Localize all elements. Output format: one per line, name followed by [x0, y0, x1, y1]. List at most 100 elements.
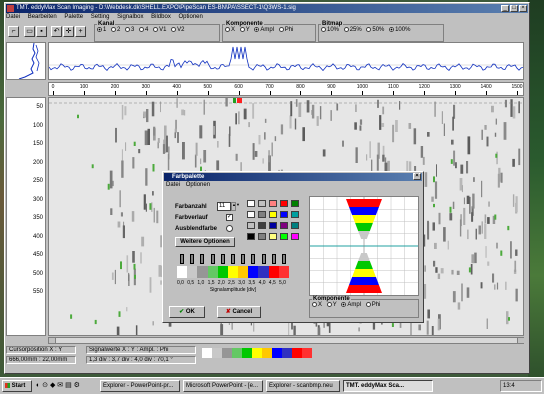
- palette-color-segment: [227, 266, 239, 278]
- palette-slider-marker-icon[interactable]: [271, 254, 276, 264]
- status-palette-swatch: [232, 348, 242, 358]
- bitmap-option-50[interactable]: 50%: [366, 27, 384, 33]
- task-explorer-powerpoint[interactable]: Explorer - PowerPoint-pr...: [100, 380, 180, 392]
- color-swatch[interactable]: [280, 211, 288, 218]
- maximize-button[interactable]: □: [510, 5, 518, 12]
- palette-slider-marker-icon[interactable]: [210, 254, 215, 264]
- palette-slider-marker-icon[interactable]: [180, 254, 185, 264]
- scroll-right-arrow-icon[interactable]: [517, 338, 524, 343]
- menu-bildbox[interactable]: Bildbox: [151, 14, 171, 20]
- scroll-left-arrow-icon[interactable]: [49, 338, 56, 343]
- ok-button[interactable]: ✔ OK: [169, 306, 205, 318]
- farbanzahl-input[interactable]: 11: [217, 202, 231, 211]
- menu-bearbeiten[interactable]: Bearbeiten: [28, 14, 57, 20]
- radio-icon: [326, 302, 332, 307]
- color-swatch[interactable]: [258, 222, 266, 229]
- palette-slider-marker-icon[interactable]: [220, 254, 225, 264]
- dialog-komponente-x[interactable]: X: [312, 302, 322, 308]
- dialog-menu-datei[interactable]: Datei: [166, 182, 180, 188]
- farbverlauf-checkbox[interactable]: ✓: [226, 214, 233, 221]
- color-swatch[interactable]: [269, 222, 277, 229]
- kanal-option-2[interactable]: 2: [111, 27, 120, 33]
- komponente-option-y[interactable]: Y: [239, 27, 250, 33]
- x-ruler-tick-label: 800: [296, 84, 305, 90]
- color-swatch[interactable]: [291, 222, 299, 229]
- palette-slider-marker-icon[interactable]: [281, 254, 286, 264]
- color-swatch[interactable]: [269, 233, 277, 240]
- title-bar[interactable]: TMT. eddyMax Scan Imaging - D:\Webdesk.d…: [6, 4, 528, 13]
- color-swatch[interactable]: [291, 200, 299, 207]
- kanal-option-v1[interactable]: V1: [153, 27, 166, 33]
- bitmap-option-100[interactable]: 100%: [389, 27, 410, 33]
- color-swatch[interactable]: [258, 200, 266, 207]
- weitere-optionen-button[interactable]: Weitere Optionen: [175, 237, 235, 247]
- dialog-menu-optionen[interactable]: Optionen: [186, 182, 210, 188]
- dialog-close-button[interactable]: ×: [413, 173, 421, 180]
- menu-signalbox[interactable]: Signalbox: [117, 14, 143, 20]
- kanal-option-v2[interactable]: V2: [171, 27, 184, 33]
- komponente-option-ampl[interactable]: Ampl: [254, 27, 274, 33]
- color-swatch[interactable]: [258, 211, 266, 218]
- palette-tick-label: 5,0: [279, 280, 286, 286]
- start-button[interactable]: Start: [2, 380, 32, 392]
- farbanzahl-spinner-icon[interactable]: ▲▼: [231, 202, 240, 211]
- color-swatch[interactable]: [280, 233, 288, 240]
- color-swatch[interactable]: [247, 200, 255, 207]
- signal-trace-panel: [48, 42, 524, 80]
- x-ruler-tick: [207, 91, 209, 95]
- x-ruler-tick-label: 500: [203, 84, 212, 90]
- cross-cursor-icon[interactable]: ✛: [63, 26, 74, 37]
- color-swatch[interactable]: [247, 222, 255, 229]
- dialog-komponente-ampl[interactable]: Ampl: [341, 302, 361, 308]
- task-microsoft-powerpoint[interactable]: Microsoft PowerPoint - [e...: [183, 380, 263, 392]
- task-explorer-scanbmp[interactable]: Explorer - scanbmp.neu: [266, 380, 340, 392]
- menu-palette[interactable]: Palette: [64, 14, 83, 20]
- palette-slider-marker-icon[interactable]: [231, 254, 235, 264]
- kanal-option-3[interactable]: 3: [125, 27, 134, 33]
- palette-slider-marker-icon[interactable]: [251, 254, 256, 264]
- color-swatch[interactable]: [247, 233, 255, 240]
- radio-icon: [125, 27, 131, 32]
- palette-slider-marker-icon[interactable]: [241, 254, 246, 264]
- color-swatch[interactable]: [291, 233, 299, 240]
- komponente-option-phi[interactable]: Phi: [278, 27, 293, 33]
- color-swatch[interactable]: [258, 233, 266, 240]
- kanal-option-4[interactable]: 4: [139, 27, 148, 33]
- menu-datei[interactable]: Datei: [6, 14, 20, 20]
- palette-slider-marker-icon[interactable]: [261, 254, 266, 264]
- save-icon[interactable]: ▪: [36, 26, 47, 37]
- color-swatch[interactable]: [247, 211, 255, 218]
- dialog-menu: Datei Optionen: [166, 182, 210, 188]
- bitmap-option-25[interactable]: 25%: [343, 27, 362, 33]
- minimize-button[interactable]: _: [501, 5, 509, 12]
- close-button[interactable]: ×: [519, 5, 527, 12]
- komponente-option-x[interactable]: X: [225, 27, 235, 33]
- task-eddymax[interactable]: TMT. eddyMax Sca...: [343, 380, 433, 392]
- status-palette-swatch: [242, 348, 252, 358]
- palette-slider-marker-icon[interactable]: [200, 254, 205, 264]
- horizontal-scrollbar[interactable]: [48, 337, 524, 344]
- dialog-komponente-phi[interactable]: Phi: [365, 302, 380, 308]
- color-swatch[interactable]: [269, 211, 277, 218]
- y-axis-tick-label: 200: [32, 159, 43, 166]
- bitmap-option-10[interactable]: 10%: [321, 27, 339, 33]
- color-swatch[interactable]: [269, 200, 277, 207]
- dialog-komponente-y[interactable]: Y: [326, 302, 337, 308]
- ruler-icon[interactable]: ⌐: [8, 26, 19, 37]
- dialog-title-bar[interactable]: Farbpalette ×: [164, 173, 422, 181]
- cancel-button[interactable]: ✘ Cancel: [217, 306, 261, 318]
- menu-optionen[interactable]: Optionen: [179, 14, 203, 20]
- undo-icon[interactable]: ↶: [51, 26, 62, 37]
- crosshair-icon[interactable]: +: [75, 26, 86, 37]
- kanal-option-1[interactable]: 1: [97, 27, 106, 33]
- color-swatch[interactable]: [280, 200, 288, 207]
- color-swatch[interactable]: [280, 222, 288, 229]
- menu-setting[interactable]: Setting: [91, 14, 110, 20]
- quick-launch-icons[interactable]: ◐ ⊙ ◆ ✉ ▤ ⚙: [36, 381, 96, 391]
- x-ruler-tick-label: 0: [51, 84, 55, 90]
- palette-slider-marker-icon[interactable]: [190, 254, 195, 264]
- color-swatch[interactable]: [291, 211, 299, 218]
- palette-color-segment: [187, 266, 198, 278]
- ausblendfarbe-radio[interactable]: [226, 225, 233, 232]
- open-folder-icon[interactable]: ▭: [24, 26, 35, 37]
